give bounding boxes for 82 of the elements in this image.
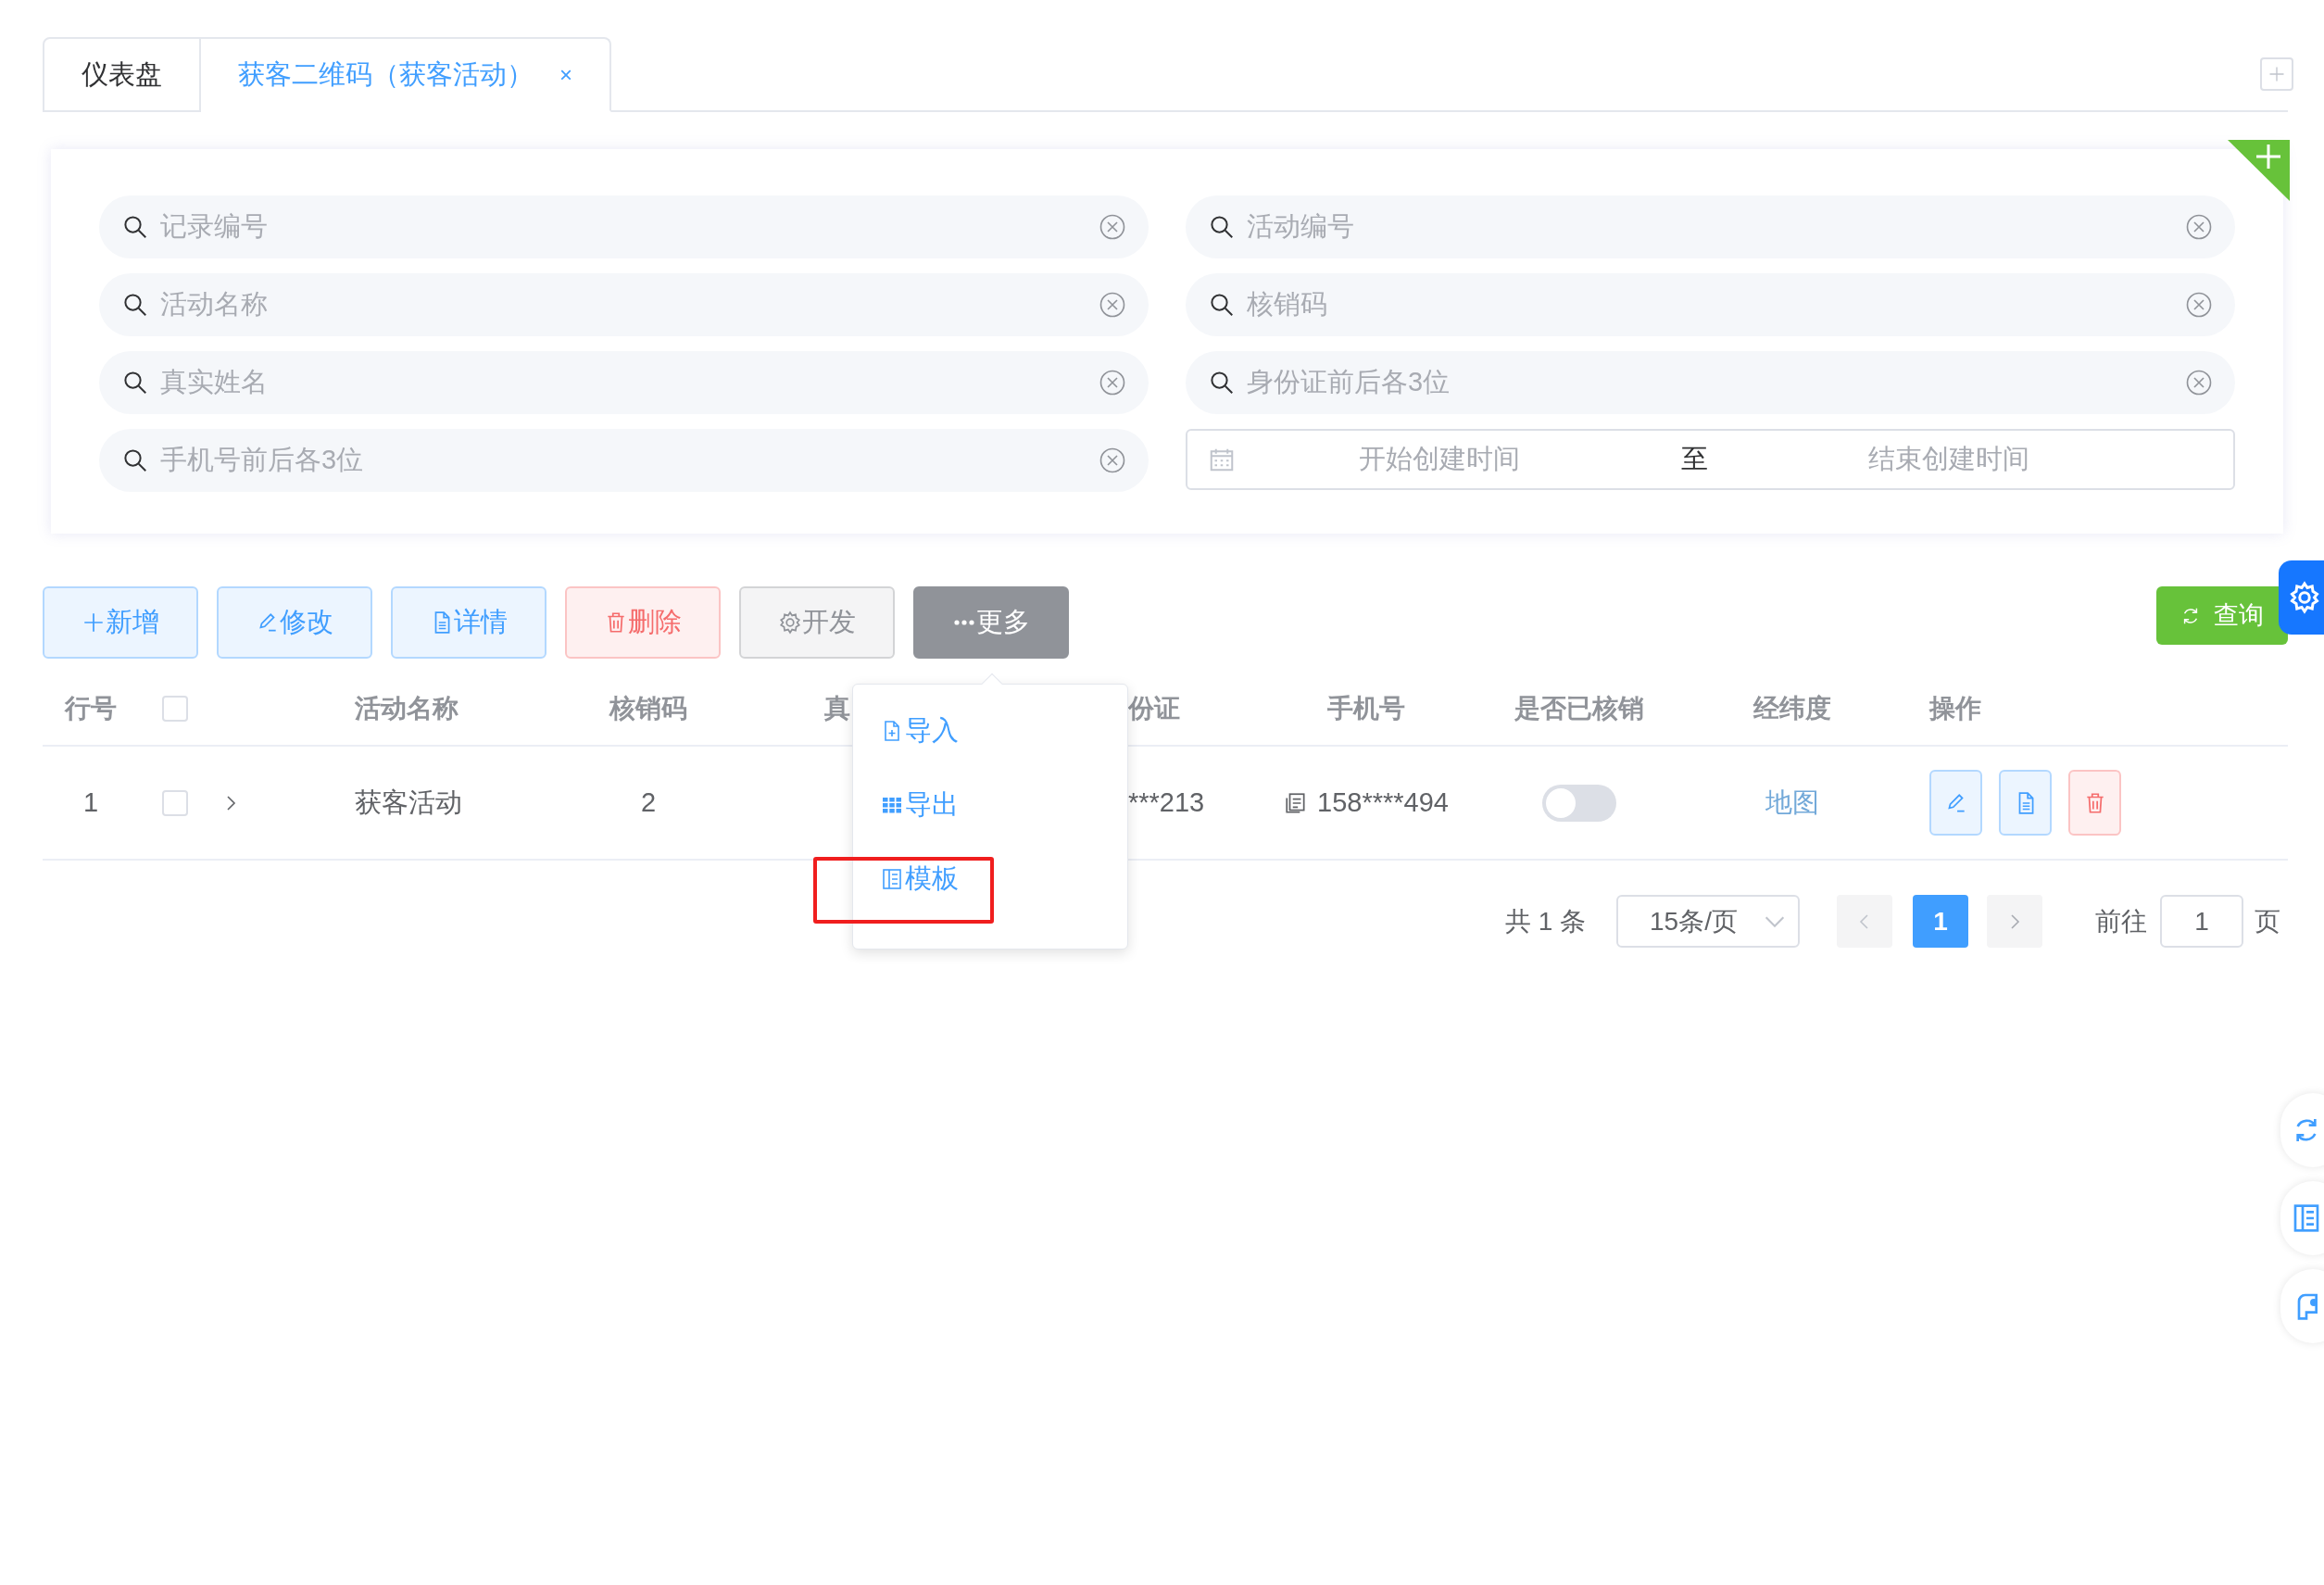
tab[interactable]: 获客二维码（获客活动） × <box>201 37 611 112</box>
column-header: 经纬度 <box>1753 693 1831 724</box>
detail-button[interactable] <box>1999 770 2052 836</box>
column-header: 份证 <box>1128 693 1180 724</box>
corner-add-button[interactable] <box>2228 140 2290 201</box>
query-button[interactable]: 查询 <box>2156 586 2288 645</box>
search-field[interactable]: 真实姓名 <box>99 351 1149 414</box>
search-input[interactable]: 活动编号 <box>1247 207 2174 247</box>
clear-icon[interactable] <box>2185 369 2213 396</box>
search-input[interactable]: 记录编号 <box>160 207 1087 247</box>
table-cell-text: 158****494 <box>1317 786 1449 819</box>
table-cell-text: 2 <box>640 786 657 819</box>
clear-icon[interactable] <box>1099 447 1126 474</box>
search-field[interactable]: 活动编号 <box>1186 195 2235 258</box>
search-icon <box>1208 369 1236 396</box>
search-field[interactable]: 核销码 <box>1186 273 2235 336</box>
page-input[interactable]: 1 <box>2160 895 2243 948</box>
book-icon <box>881 868 903 890</box>
book-icon <box>2292 1203 2321 1233</box>
delete-button[interactable] <box>2068 770 2121 836</box>
tab[interactable]: 仪表盘 <box>43 37 201 112</box>
end-date-placeholder: 结束创建时间 <box>1867 443 2030 476</box>
table-cell-text: 获客活动 <box>355 786 462 819</box>
column-header: 活动名称 <box>355 693 459 724</box>
clear-icon[interactable] <box>1099 369 1126 396</box>
search-field[interactable]: 活动名称 <box>99 273 1149 336</box>
settings-icon <box>2288 581 2321 614</box>
table-cell-text: 1 <box>82 786 99 819</box>
toolbar-button[interactable]: 删除 <box>565 586 721 659</box>
table-cell-text: ***213 <box>1128 786 1205 819</box>
search-input[interactable]: 真实姓名 <box>160 362 1087 403</box>
goto-label: 前往 <box>2095 905 2147 937</box>
search-icon <box>121 291 149 319</box>
column-header: 行号 <box>65 693 117 724</box>
page-size-select[interactable]: 15条/页 <box>1616 895 1800 948</box>
search-icon <box>121 213 149 241</box>
gear-icon <box>778 610 802 635</box>
search-field[interactable]: 身份证前后各3位 <box>1186 351 2235 414</box>
column-header: 是否已核销 <box>1514 693 1644 724</box>
map-link[interactable]: 地图 <box>1765 782 1819 824</box>
search-icon <box>121 369 149 396</box>
clear-icon[interactable] <box>1099 213 1126 241</box>
range-separator: 至 <box>1679 443 1709 476</box>
clear-icon[interactable] <box>2185 291 2213 319</box>
column-header: 真 <box>824 693 850 724</box>
search-icon <box>1208 213 1236 241</box>
search-field[interactable]: 记录编号 <box>99 195 1149 258</box>
date-range-field[interactable]: 开始创建时间 至 结束创建时间 <box>1186 429 2235 490</box>
goto-suffix: 页 <box>2255 905 2280 937</box>
toolbar-button[interactable]: 更多 <box>913 586 1069 659</box>
clear-icon[interactable] <box>1099 291 1126 319</box>
menu-item[interactable]: 导出 <box>881 783 1127 827</box>
edit-button[interactable] <box>1929 770 1982 836</box>
toolbar-button[interactable]: 修改 <box>217 586 372 659</box>
close-icon[interactable]: × <box>559 57 572 92</box>
settings-button[interactable] <box>2279 560 2324 635</box>
chevron-down-icon <box>1765 915 1785 927</box>
search-input[interactable]: 手机号前后各3位 <box>160 440 1087 481</box>
column-header: 操作 <box>1929 693 1981 724</box>
checkbox[interactable] <box>162 789 188 816</box>
start-date-placeholder: 开始创建时间 <box>1358 443 1521 476</box>
search-field[interactable]: 手机号前后各3位 <box>99 429 1149 492</box>
toolbar-button[interactable]: 详情 <box>391 586 546 659</box>
search-icon <box>121 447 149 474</box>
toolbar-button[interactable]: 新增 <box>43 586 198 659</box>
search-icon <box>1208 291 1236 319</box>
clear-icon[interactable] <box>2185 213 2213 241</box>
search-input[interactable]: 核销码 <box>1247 284 2174 325</box>
search-input[interactable]: 身份证前后各3位 <box>1247 362 2174 403</box>
column-header: 核销码 <box>609 693 687 724</box>
plus-icon <box>82 610 106 635</box>
total-count: 共 1 条 <box>1504 905 1586 937</box>
menu-item[interactable]: 导入 <box>881 709 1127 753</box>
menu-item[interactable]: 模板 <box>881 857 1127 901</box>
dots-icon <box>952 620 976 625</box>
page-button[interactable]: 1 <box>1913 895 1968 948</box>
column-header: 手机号 <box>1327 693 1405 724</box>
search-input[interactable]: 活动名称 <box>160 284 1087 325</box>
add-tab-button[interactable] <box>2260 57 2293 91</box>
checkbox[interactable] <box>162 696 188 722</box>
toolbar-button[interactable]: 开发 <box>739 586 895 659</box>
toggle-switch[interactable] <box>1542 784 1616 822</box>
